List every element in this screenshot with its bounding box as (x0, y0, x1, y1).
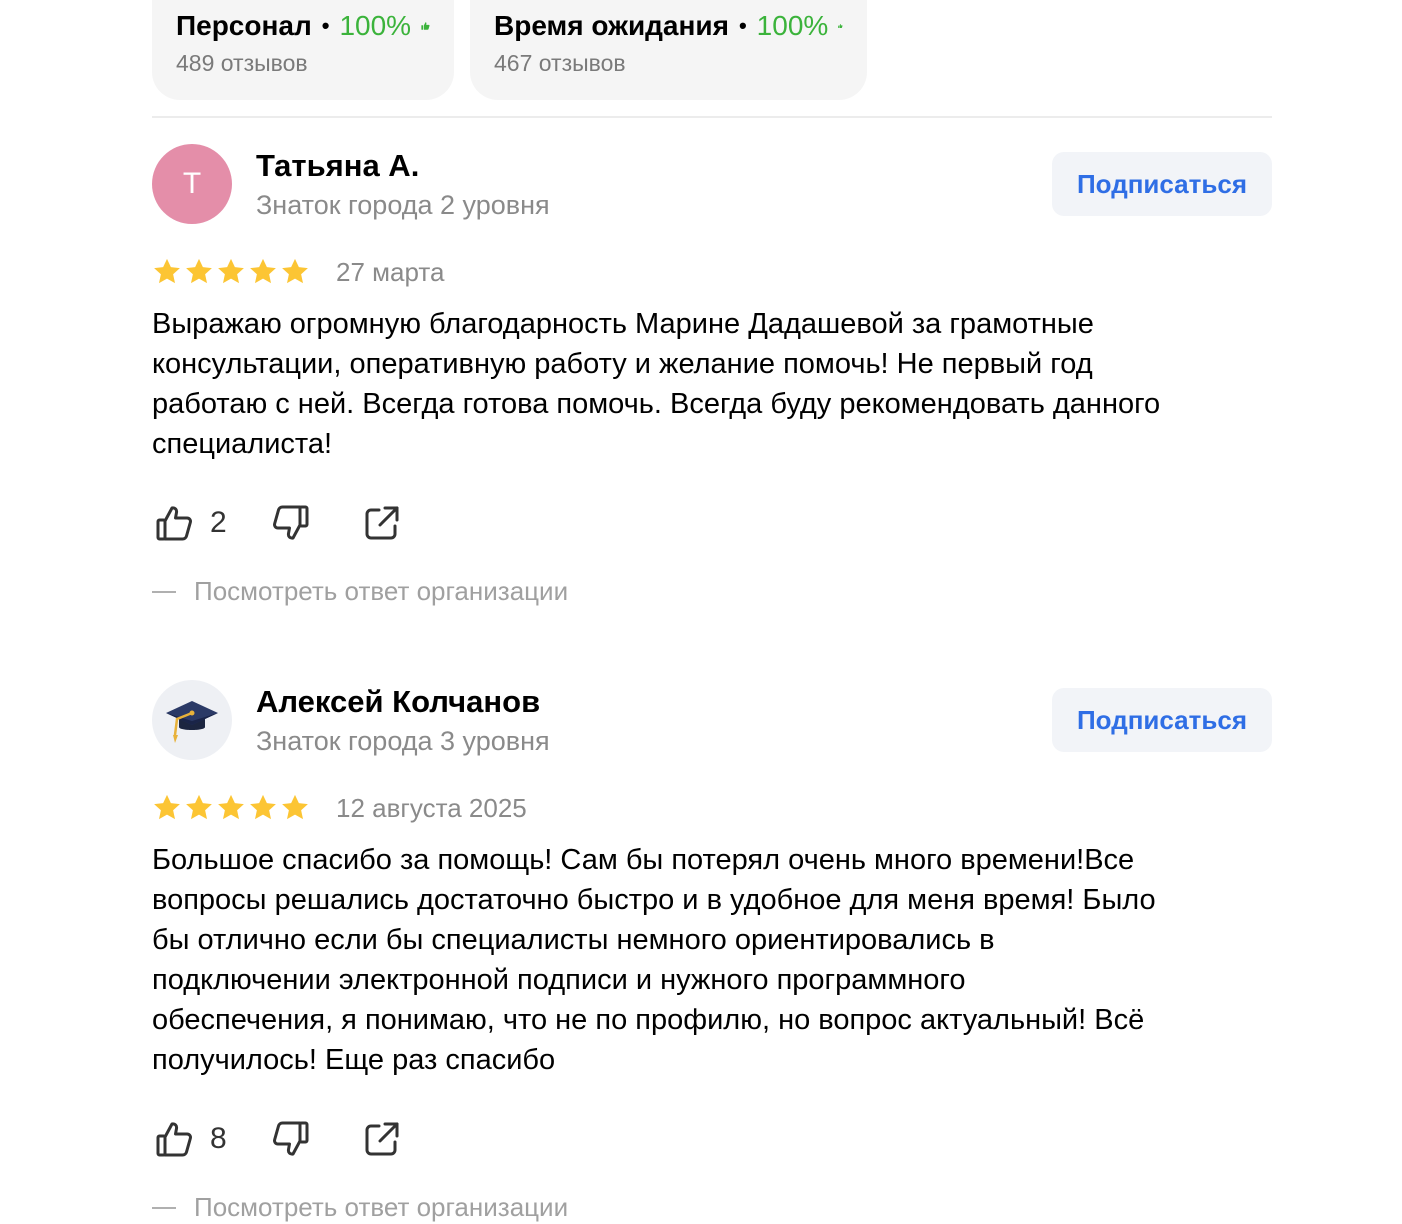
avatar-letter: Т (182, 167, 202, 200)
aspect-separator: • (321, 13, 330, 38)
thumbs-up-icon (156, 1122, 192, 1157)
rating-row: 12 августа 2025 (152, 790, 527, 826)
like-button[interactable]: 2 (152, 500, 227, 546)
aspect-chip-staff[interactable]: Персонал • 100% 489 отзывов (152, 0, 454, 100)
star-icon (218, 258, 244, 284)
share-icon (365, 1122, 399, 1156)
star-icon (250, 258, 276, 284)
rating-row: 27 марта (152, 254, 444, 290)
view-org-reply-link[interactable]: Посмотреть ответ организации (152, 576, 568, 607)
like-count: 8 (210, 1122, 227, 1155)
thumbs-down-icon (272, 1121, 309, 1156)
avatar[interactable] (152, 680, 232, 760)
dislike-button[interactable] (267, 1116, 313, 1162)
share-icon (365, 506, 399, 540)
aspect-chips: Персонал • 100% 489 отзывов Время ожидан… (152, 0, 867, 100)
review-date: 12 августа 2025 (336, 792, 527, 823)
org-reply-label: Посмотреть ответ организации (194, 576, 569, 606)
star-icon (250, 794, 276, 820)
aspect-chip-waiting-time[interactable]: Время ожидания • 100% 467 отзывов (470, 0, 867, 100)
star-icon (218, 794, 244, 820)
author-name[interactable]: Алексей Колчанов (256, 684, 540, 720)
dash-icon (152, 590, 176, 593)
star-icon (282, 794, 308, 820)
thumbs-up-icon (838, 24, 843, 28)
review-text: Выражаю огромную благодарность Марине Да… (152, 308, 1161, 460)
star-rating (152, 257, 310, 287)
star-icon (154, 258, 180, 284)
org-reply-label: Посмотреть ответ организации (194, 1192, 569, 1222)
like-button[interactable]: 8 (152, 1116, 227, 1162)
avatar[interactable]: Т (152, 144, 232, 224)
review-actions: 2 (152, 498, 405, 548)
thumbs-up-icon (156, 506, 192, 541)
review-date: 27 марта (336, 256, 445, 287)
author-level: Знаток города 3 уровня (256, 726, 550, 756)
star-icon (186, 258, 212, 284)
star-icon (282, 258, 308, 284)
dislike-button[interactable] (267, 500, 313, 546)
subscribe-button[interactable]: Подписаться (1052, 152, 1272, 216)
review-actions: 8 (152, 1114, 405, 1164)
review-text: Большое спасибо за помощь! Сам бы потеря… (152, 844, 1156, 1076)
thumbs-up-icon (421, 22, 430, 30)
aspect-separator: • (738, 13, 747, 38)
star-icon (186, 794, 212, 820)
aspect-name: Персонал (176, 10, 312, 41)
subscribe-button[interactable]: Подписаться (1052, 688, 1272, 752)
author-name[interactable]: Татьяна А. (256, 148, 419, 184)
share-button[interactable] (359, 1116, 405, 1162)
star-icon (154, 794, 180, 820)
view-org-reply-link[interactable]: Посмотреть ответ организации (152, 1192, 568, 1223)
aspect-percent: 100% (339, 10, 412, 41)
aspect-percent: 100% (756, 10, 829, 41)
thumbs-down-icon (272, 505, 309, 540)
graduation-cap-icon (166, 701, 218, 743)
aspect-review-count: 489 отзывов (176, 50, 308, 76)
aspect-name: Время ожидания (494, 10, 729, 41)
divider (152, 116, 1272, 118)
star-rating (152, 793, 310, 823)
author-level: Знаток города 2 уровня (256, 190, 550, 220)
share-button[interactable] (359, 500, 405, 546)
dash-icon (152, 1206, 176, 1209)
like-count: 2 (210, 506, 227, 539)
aspect-review-count: 467 отзывов (494, 50, 626, 76)
